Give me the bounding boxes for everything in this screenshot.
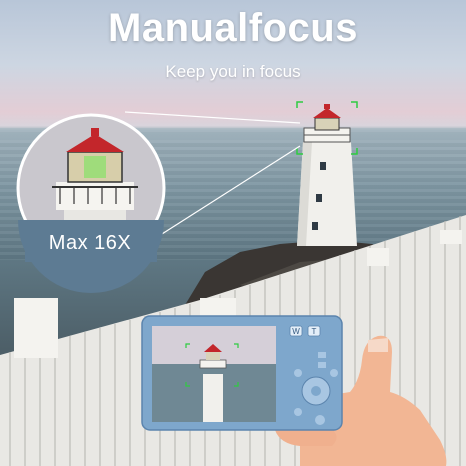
zoom-callout — [16, 113, 166, 293]
t-button-label: T — [312, 327, 317, 336]
callout-line-top — [124, 111, 301, 124]
lighthouse-icon — [297, 104, 357, 246]
w-button-label: W — [292, 327, 300, 336]
page-title: Manualfocus — [108, 6, 358, 50]
page-subtitle: Keep you in focus — [165, 62, 301, 81]
zoom-label: Max 16X — [48, 232, 132, 254]
ad-image: W T Manualfocus Keep you in focus Max 16… — [0, 0, 466, 466]
camera: W T — [141, 315, 343, 431]
